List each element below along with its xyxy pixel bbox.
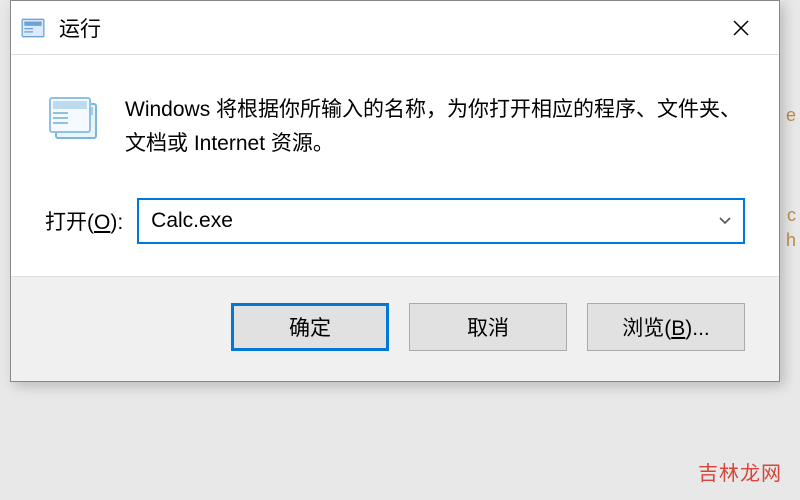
- open-label-suffix: ):: [110, 211, 123, 234]
- description-row: Windows 将根据你所输入的名称，为你打开相应的程序、文件夹、文档或 Int…: [45, 91, 745, 160]
- run-titlebar-icon: [19, 14, 47, 42]
- open-label: 打开(O):: [45, 206, 123, 236]
- browse-suffix: )...: [685, 317, 710, 340]
- browse-button-label: 浏览(B)...: [622, 312, 710, 342]
- button-bar: 确定 取消 浏览(B)...: [11, 276, 779, 381]
- browse-button[interactable]: 浏览(B)...: [587, 303, 745, 351]
- browse-prefix: 浏览(: [622, 317, 671, 340]
- close-icon: [731, 18, 751, 38]
- bg-text: h: [786, 230, 796, 251]
- cancel-button[interactable]: 取消: [409, 303, 567, 351]
- dialog-content: Windows 将根据你所输入的名称，为你打开相应的程序、文件夹、文档或 Int…: [11, 55, 779, 276]
- combobox-dropdown-button[interactable]: [707, 200, 743, 242]
- ok-button-label: 确定: [289, 312, 331, 342]
- bg-text: c: [787, 205, 796, 226]
- run-dialog: 运行 Wind: [10, 0, 780, 382]
- titlebar: 运行: [11, 1, 779, 55]
- cancel-button-label: 取消: [467, 312, 509, 342]
- close-button[interactable]: [711, 1, 771, 55]
- dialog-title: 运行: [59, 13, 711, 43]
- browse-hotkey: B: [671, 317, 685, 340]
- bg-text: e: [786, 105, 796, 126]
- open-label-prefix: 打开(: [45, 211, 94, 234]
- run-program-icon: [45, 91, 103, 149]
- open-label-hotkey: O: [94, 211, 110, 234]
- watermark-text: 吉林龙网: [698, 457, 782, 486]
- chevron-down-icon: [718, 216, 732, 226]
- dialog-description: Windows 将根据你所输入的名称，为你打开相应的程序、文件夹、文档或 Int…: [125, 91, 745, 160]
- open-combobox[interactable]: [137, 198, 745, 244]
- ok-button[interactable]: 确定: [231, 303, 389, 351]
- open-input[interactable]: [139, 200, 707, 242]
- open-input-row: 打开(O):: [45, 198, 745, 244]
